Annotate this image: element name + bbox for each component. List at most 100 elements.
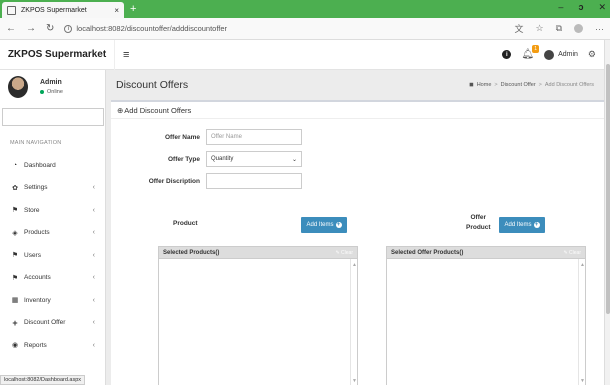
sidebar-item-label: Users <box>24 251 41 259</box>
brand-logo[interactable]: ZKPOS Supermarket <box>0 39 115 70</box>
scroll-down-icon[interactable]: ▼ <box>352 378 357 384</box>
info-icon[interactable]: i <box>502 50 512 59</box>
close-window-icon[interactable]: ✕ <box>598 2 606 13</box>
scrollbar[interactable]: ▲ ▼ <box>350 259 357 385</box>
chevron-left-icon: ‹ <box>92 341 95 349</box>
notification-badge: 1 <box>532 45 540 53</box>
clear-products-button[interactable]: ✎ Clear <box>335 250 353 256</box>
products-icon: ◈ <box>12 229 18 237</box>
selected-products-header: Selected Products() ✎ Clear <box>159 247 357 259</box>
browser-titlebar: ZKPOS Supermarket × + – ɔ ✕ <box>0 0 610 18</box>
plus-icon: + <box>12 317 18 328</box>
add-items-label: Add Items <box>504 222 532 228</box>
offer-name-row: Offer Name Offer Name <box>146 129 302 145</box>
sidebar-search-input[interactable] <box>2 108 104 126</box>
dashboard-icon: ◔ <box>12 161 18 169</box>
address-bar: ← → ↻ i localhost:8082/discountoffer/add… <box>0 18 610 40</box>
scroll-up-icon[interactable]: ▲ <box>580 262 585 268</box>
page-scrollbar[interactable] <box>604 40 610 385</box>
chevron-down-icon: ⌄ <box>291 156 297 163</box>
url-text: localhost:8082/discountoffer/adddiscount… <box>76 24 228 33</box>
url-field[interactable]: i localhost:8082/discountoffer/adddiscou… <box>64 24 227 33</box>
breadcrumb-current: Add Discount Offers <box>544 82 594 88</box>
breadcrumb-home[interactable]: Home <box>477 82 492 88</box>
settings-gear-icon[interactable]: ⚙ <box>588 49 596 60</box>
breadcrumb-parent[interactable]: Discount Offer <box>501 82 536 88</box>
chevron-left-icon: ‹ <box>92 206 95 214</box>
sidebar-item-label: Dashboard <box>24 161 56 169</box>
plus-circle-icon: ⊕ <box>117 105 124 115</box>
offer-description-row: Offer Discription <box>146 173 302 189</box>
maximize-icon[interactable]: ɔ <box>578 2 583 13</box>
page-scrollbar-thumb[interactable] <box>606 64 610 314</box>
more-menu-icon[interactable]: ··· <box>595 24 604 34</box>
profile-icon[interactable] <box>574 24 583 33</box>
collections-icon[interactable]: ⧉ <box>556 23 562 34</box>
breadcrumb: ◼ Home > Discount Offer > Add Discount O… <box>469 82 594 88</box>
user-menu[interactable]: Admin <box>544 49 578 60</box>
sidebar-item-discount-offer[interactable]: + Discount Offer ‹ <box>0 312 105 335</box>
form-box: ⊕ Add Discount Offers Offer Name Offer N… <box>111 100 604 385</box>
user-avatar-icon <box>544 49 555 60</box>
offer-name-label: Offer Name <box>164 133 200 141</box>
reload-icon[interactable]: ↻ <box>46 23 54 34</box>
main-content: Discount Offers ◼ Home > Discount Offer … <box>106 70 604 385</box>
sidebar-item-label: Store <box>24 206 40 214</box>
sidebar-item-settings[interactable]: ✿ Settings ‹ <box>0 177 105 200</box>
minimize-icon[interactable]: – <box>558 2 563 13</box>
selected-offer-products-header: Selected Offer Products() ✎ Clear <box>387 247 585 259</box>
online-dot-icon <box>40 90 44 94</box>
notifications-icon[interactable]: 🔔︎ 1 <box>521 45 540 60</box>
page-title: Discount Offers <box>116 79 189 91</box>
scroll-down-icon[interactable]: ▼ <box>580 378 585 384</box>
sidebar-item-dashboard[interactable]: ◔ Dashboard <box>0 154 105 177</box>
offer-description-label: Offer Discription <box>148 177 200 185</box>
site-info-icon[interactable]: i <box>64 24 73 33</box>
offer-type-row: Offer Type Quantity ⌄ <box>146 151 302 167</box>
sidebar-item-label: Accounts <box>24 274 51 282</box>
tab-close-icon[interactable]: × <box>114 6 119 15</box>
translate-icon[interactable]: 文 <box>514 22 523 35</box>
offer-label-line2: Product <box>466 224 491 231</box>
app-header: ZKPOS Supermarket ≡ i 🔔︎ 1 Admin ⚙ <box>0 39 604 70</box>
sidebar-item-products[interactable]: ◈ Products ‹ <box>0 222 105 245</box>
add-items-offer-button[interactable]: Add Items + <box>499 217 545 233</box>
sidebar-item-inventory[interactable]: ▦ Inventory ‹ <box>0 289 105 312</box>
box-header: ⊕ Add Discount Offers <box>111 102 604 119</box>
accounts-icon: ⚑ <box>11 274 19 282</box>
clear-offer-products-button[interactable]: ✎ Clear <box>563 250 581 256</box>
selected-offer-products-title: Selected Offer Products() <box>391 249 464 256</box>
selected-products-panel: Selected Products() ✎ Clear ▲ ▼ <box>158 246 358 385</box>
status-bar-url: localhost:8082/Dashboard.aspx <box>0 375 86 385</box>
home-icon: ◼ <box>469 82 474 88</box>
scrollbar[interactable]: ▲ ▼ <box>578 259 585 385</box>
sidebar-item-reports[interactable]: ◉ Reports ‹ <box>0 334 105 357</box>
user-panel: Admin Online <box>0 70 105 104</box>
new-tab-button[interactable]: + <box>130 3 136 15</box>
sidebar-user-name: Admin <box>40 79 62 86</box>
browser-tab[interactable]: ZKPOS Supermarket × <box>2 2 124 18</box>
product-label: Product <box>173 220 198 227</box>
offer-name-input[interactable]: Offer Name <box>206 129 302 145</box>
back-icon[interactable]: ← <box>6 23 16 34</box>
sidebar: Admin Online MAIN NAVIGATION ◔ Dashboard… <box>0 70 106 385</box>
sidebar-item-accounts[interactable]: ⚑ Accounts ‹ <box>0 267 105 290</box>
page-icon <box>7 5 16 15</box>
favorite-star-icon[interactable]: ☆ <box>535 23 543 34</box>
content-header: Discount Offers ◼ Home > Discount Offer … <box>106 70 604 100</box>
add-items-product-button[interactable]: Add Items + <box>301 217 347 233</box>
sidebar-item-store[interactable]: ⚑ Store ‹ <box>0 199 105 222</box>
sidebar-item-label: Inventory <box>24 296 51 304</box>
offer-product-label: Offer Product <box>466 214 491 231</box>
box-title: Add Discount Offers <box>124 105 192 115</box>
user-status: Online <box>40 89 63 95</box>
offer-description-input[interactable] <box>206 173 302 189</box>
forward-icon[interactable]: → <box>26 23 36 34</box>
sidebar-item-users[interactable]: ⚑ Users ‹ <box>0 244 105 267</box>
sidebar-item-label: Settings <box>24 184 48 192</box>
offer-type-select[interactable]: Quantity ⌄ <box>206 151 302 167</box>
scroll-up-icon[interactable]: ▲ <box>352 262 357 268</box>
hamburger-menu-icon[interactable]: ≡ <box>123 49 129 61</box>
store-icon: ⚑ <box>11 207 19 215</box>
avatar <box>8 76 28 98</box>
